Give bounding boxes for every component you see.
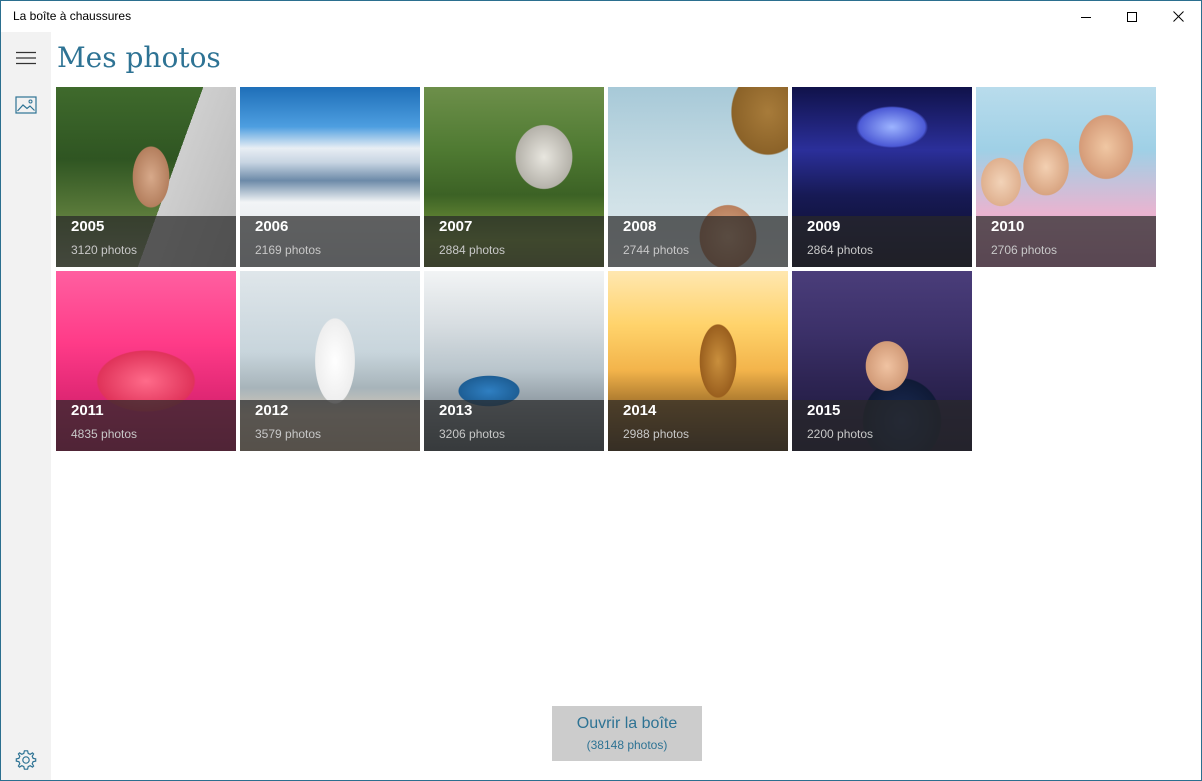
year-tile-2006[interactable]: 2006 2169 photos <box>240 87 420 267</box>
tile-year: 2009 <box>807 218 841 235</box>
hamburger-icon <box>16 51 36 65</box>
tile-count: 2706 photos <box>991 243 1058 257</box>
sidebar <box>1 32 51 780</box>
minimize-icon <box>1081 16 1091 18</box>
tile-count: 2169 photos <box>255 243 322 257</box>
app-window: La boîte à chaussures Mes photos 2005 31… <box>0 0 1202 781</box>
tile-year: 2005 <box>71 218 105 235</box>
gear-icon <box>15 750 37 770</box>
year-tile-2008[interactable]: 2008 2744 photos <box>608 87 788 267</box>
tile-count: 3579 photos <box>255 427 322 441</box>
open-box-button[interactable]: Ouvrir la boîte (38148 photos) <box>552 706 702 761</box>
tile-count: 3206 photos <box>439 427 506 441</box>
settings-button[interactable] <box>1 740 51 780</box>
year-tile-2014[interactable]: 2014 2988 photos <box>608 271 788 451</box>
tile-year: 2007 <box>439 218 473 235</box>
tile-count: 2744 photos <box>623 243 690 257</box>
year-tile-2009[interactable]: 2009 2864 photos <box>792 87 972 267</box>
year-tile-2010[interactable]: 2010 2706 photos <box>976 87 1156 267</box>
open-box-count: (38148 photos) <box>586 738 668 752</box>
tile-count: 4835 photos <box>71 427 138 441</box>
page-title: Mes photos <box>57 41 221 74</box>
open-box-label: Ouvrir la boîte <box>576 715 678 732</box>
tile-year: 2013 <box>439 402 473 419</box>
tile-year: 2010 <box>991 218 1025 235</box>
year-tile-2011[interactable]: 2011 4835 photos <box>56 271 236 451</box>
tile-year: 2006 <box>255 218 289 235</box>
maximize-button[interactable] <box>1109 1 1155 32</box>
close-icon <box>1172 11 1184 22</box>
minimize-button[interactable] <box>1063 1 1109 32</box>
maximize-icon <box>1127 11 1137 22</box>
tile-year: 2008 <box>623 218 657 235</box>
tile-count: 3120 photos <box>71 243 138 257</box>
title-bar[interactable]: La boîte à chaussures <box>1 1 1201 32</box>
year-tile-2005[interactable]: 2005 3120 photos <box>56 87 236 267</box>
year-tile-2012[interactable]: 2012 3579 photos <box>240 271 420 451</box>
year-tile-2007[interactable]: 2007 2884 photos <box>424 87 604 267</box>
year-tile-2015[interactable]: 2015 2200 photos <box>792 271 972 451</box>
window-title: La boîte à chaussures <box>13 9 132 23</box>
sidebar-item-photos[interactable] <box>1 85 51 125</box>
tile-year: 2012 <box>255 402 289 419</box>
year-tile-2013[interactable]: 2013 3206 photos <box>424 271 604 451</box>
tile-year: 2015 <box>807 402 841 419</box>
tile-year: 2014 <box>623 402 657 419</box>
tile-count: 2200 photos <box>807 427 874 441</box>
year-grid: 2005 3120 photos 2006 2169 photos 2007 2… <box>56 87 1160 453</box>
menu-button[interactable] <box>1 38 51 78</box>
tile-count: 2988 photos <box>623 427 690 441</box>
close-button[interactable] <box>1155 1 1201 32</box>
tile-count: 2864 photos <box>807 243 874 257</box>
tile-count: 2884 photos <box>439 243 506 257</box>
image-icon <box>15 96 37 114</box>
tile-year: 2011 <box>71 402 104 419</box>
